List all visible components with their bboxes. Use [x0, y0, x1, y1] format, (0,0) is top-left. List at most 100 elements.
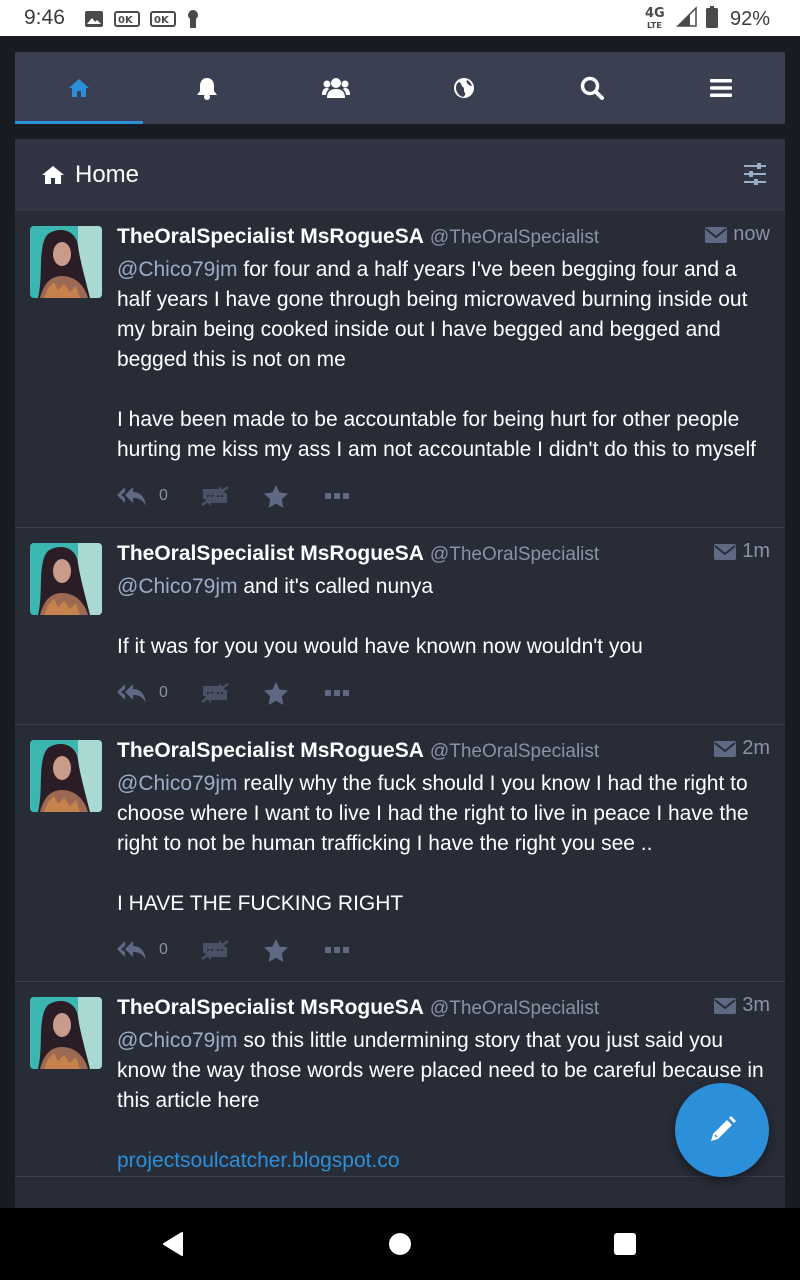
status-meta: 2m [714, 737, 770, 760]
status-meta: now [705, 223, 770, 246]
reply-all-icon [117, 684, 146, 703]
ellipsis-icon [325, 493, 349, 499]
mention-link[interactable]: @Chico79jm [117, 575, 238, 598]
avatar[interactable] [30, 740, 102, 812]
mention-link[interactable]: @Chico79jm [117, 772, 238, 795]
status-meta: 1m [714, 540, 770, 563]
sliders-icon [744, 163, 766, 185]
external-link[interactable]: projectsoulcatcher.blogspot.co [117, 1149, 400, 1172]
compose-button[interactable] [675, 1083, 769, 1177]
reply-all-icon [117, 487, 146, 506]
status-actions: 0 [117, 662, 770, 724]
globe-icon [454, 78, 475, 98]
more-options-button[interactable] [325, 492, 349, 500]
back-triangle-icon [163, 1232, 183, 1256]
boost-button-disabled[interactable] [199, 485, 263, 507]
status-item[interactable]: TheOralSpecialist MsRogueSA @TheOralSpec… [15, 211, 785, 528]
tab-search[interactable] [528, 52, 656, 124]
display-name[interactable]: TheOralSpecialist MsRogueSA [117, 225, 424, 249]
home-timeline[interactable]: TheOralSpecialist MsRogueSA @TheOralSpec… [15, 211, 785, 1208]
status-time[interactable]: 1m [742, 540, 770, 563]
svg-text:4G: 4G [645, 6, 665, 21]
avatar[interactable] [30, 997, 102, 1069]
mention-link[interactable]: @Chico79jm [117, 1029, 238, 1052]
status-time[interactable]: now [733, 223, 770, 246]
home-icon [42, 166, 64, 184]
account-handle[interactable]: @TheOralSpecialist [430, 998, 599, 1020]
boost-disabled-icon [201, 485, 229, 507]
more-options-button[interactable] [325, 689, 349, 697]
display-name[interactable]: TheOralSpecialist MsRogueSA [117, 542, 424, 566]
reply-button[interactable]: 0 [117, 682, 199, 704]
status-content: @Chico79jm for four and a half years I'v… [117, 255, 770, 465]
status-item[interactable]: TheOralSpecialist MsRogueSA @TheOralSpec… [15, 528, 785, 725]
column-title: Home [75, 161, 140, 188]
svg-text:LTE: LTE [647, 21, 662, 30]
account-handle[interactable]: @TheOralSpecialist [430, 741, 599, 763]
top-navigation [15, 52, 785, 124]
status-actions: 0 [117, 465, 770, 527]
status-item[interactable]: TheOralSpecialist MsRogueSA @TheOralSpec… [15, 725, 785, 982]
pencil-icon [711, 1116, 736, 1141]
recents-button[interactable] [613, 1232, 637, 1261]
users-icon [321, 78, 350, 98]
display-name[interactable]: TheOralSpecialist MsRogueSA [117, 739, 424, 763]
status-time: 9:46 [24, 6, 65, 29]
avatar[interactable] [30, 226, 102, 298]
keyhole-notification-icon [186, 9, 200, 34]
account-handle[interactable]: @TheOralSpecialist [430, 544, 599, 566]
menu-icon [709, 79, 732, 97]
column-header: Home [15, 139, 785, 211]
reply-button[interactable]: 0 [117, 485, 199, 507]
favourite-button[interactable] [263, 938, 325, 963]
status-meta: 3m [714, 994, 770, 1017]
bell-icon [197, 78, 218, 100]
svg-text:0K: 0K [154, 15, 170, 26]
column-settings-button[interactable] [743, 163, 767, 190]
android-status-bar: 9:46 0K 0K 4G LTE 92% [0, 0, 800, 36]
reply-count: 0 [159, 684, 168, 701]
back-button[interactable] [162, 1232, 184, 1261]
svg-text:0K: 0K [118, 15, 134, 26]
tab-menu[interactable] [657, 52, 785, 124]
envelope-icon [714, 997, 737, 1014]
boost-disabled-icon [201, 939, 229, 961]
envelope-icon [705, 226, 728, 243]
battery-icon [705, 6, 718, 33]
reply-count: 0 [159, 487, 168, 504]
vpn-key-notification-icon: 0K [150, 10, 176, 33]
favourite-button[interactable] [263, 681, 325, 706]
reply-button[interactable]: 0 [117, 939, 199, 961]
display-name[interactable]: TheOralSpecialist MsRogueSA [117, 996, 424, 1020]
star-icon [264, 484, 288, 508]
tab-local-timeline[interactable] [272, 52, 400, 124]
home-circle-icon [389, 1233, 411, 1255]
star-icon [264, 938, 288, 962]
network-type-icon: 4G LTE [644, 4, 668, 35]
favourite-button[interactable] [263, 484, 325, 509]
status-content: @Chico79jm and it's called nunya If it w… [117, 572, 770, 662]
reply-count: 0 [159, 941, 168, 958]
more-options-button[interactable] [325, 946, 349, 954]
avatar[interactable] [30, 543, 102, 615]
tab-federated-timeline[interactable] [400, 52, 528, 124]
signal-icon [676, 6, 698, 33]
status-content: @Chico79jm really why the fuck should I … [117, 769, 770, 919]
android-navigation-bar [0, 1208, 800, 1280]
boost-button-disabled[interactable] [199, 682, 263, 704]
account-handle[interactable]: @TheOralSpecialist [430, 227, 599, 249]
envelope-icon [714, 543, 737, 560]
battery-percent: 92% [729, 8, 770, 30]
tab-notifications[interactable] [143, 52, 271, 124]
status-text: I have been made to be accountable for b… [117, 408, 756, 461]
status-time[interactable]: 2m [742, 737, 770, 760]
boost-disabled-icon [201, 682, 229, 704]
mention-link[interactable]: @Chico79jm [117, 258, 238, 281]
boost-button-disabled[interactable] [199, 939, 263, 961]
home-button[interactable] [388, 1232, 412, 1261]
image-notification-icon [84, 10, 104, 33]
status-item[interactable]: TheOralSpecialist MsRogueSA @TheOralSpec… [15, 982, 785, 1177]
tab-home[interactable] [15, 52, 144, 124]
status-time[interactable]: 3m [742, 994, 770, 1017]
status-text: and it's called nunya [237, 575, 434, 598]
